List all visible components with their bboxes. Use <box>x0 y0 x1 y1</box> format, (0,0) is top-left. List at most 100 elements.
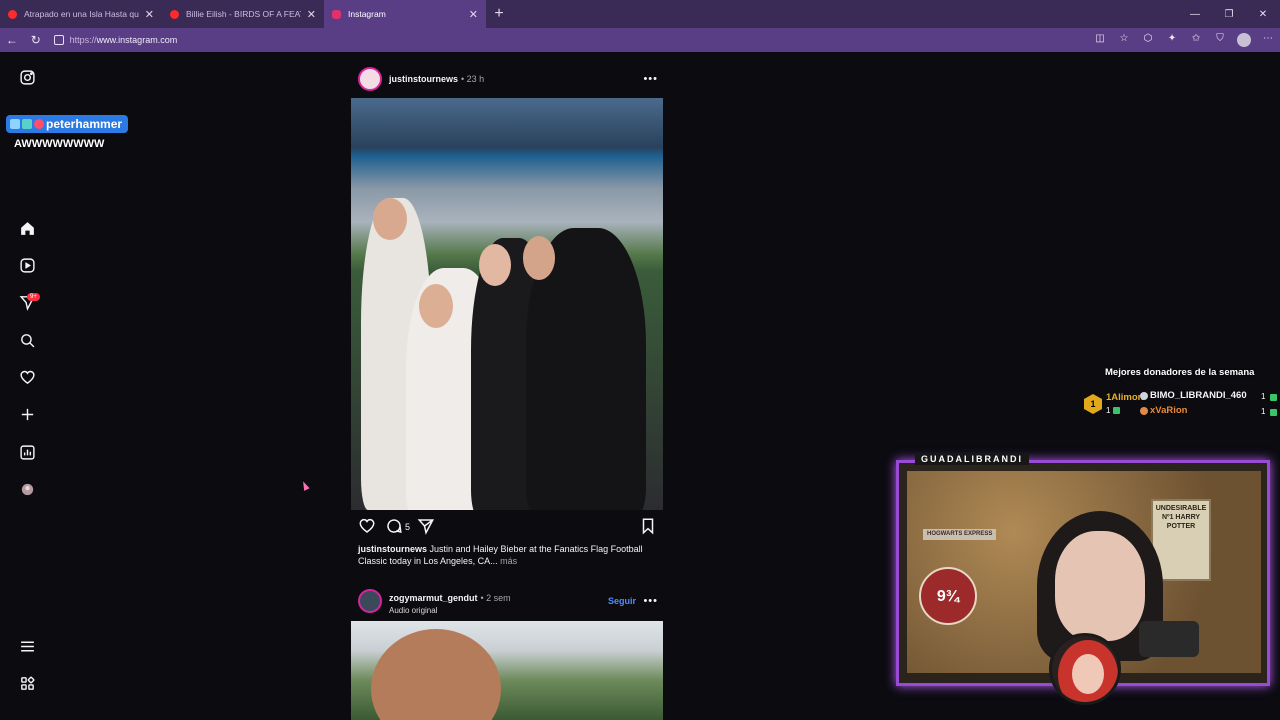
tab-instagram[interactable]: Instagram ✕ <box>324 0 486 28</box>
donor-second-name: BIMO_LIBRANDI_460 <box>1150 390 1247 401</box>
post-time: • 2 sem <box>480 592 511 603</box>
post-photo[interactable] <box>351 98 663 510</box>
post-author-username[interactable]: zogymarmut_gendut <box>389 593 478 603</box>
avatar-face <box>1072 654 1104 694</box>
post-actions: 5 <box>358 517 658 537</box>
restore-icon[interactable]: ❐ <box>1212 9 1246 20</box>
reload-icon[interactable]: ↻ <box>24 33 48 47</box>
streamer-name: GUADALIBRANDI <box>915 453 1029 465</box>
tab-title: Billie Eilish - BIRDS OF A FEATHER <box>186 9 301 19</box>
post-header: zogymarmut_gendut • 2 sem Audio original … <box>358 587 664 615</box>
tab-bar: Atrapado en una Isla Hasta que C ✕ Billi… <box>0 0 1280 28</box>
chat-badge-icon <box>10 119 20 129</box>
post-caption: justinstournews Justin and Hailey Bieber… <box>358 543 658 567</box>
favorite-star-icon[interactable]: ☆ <box>1112 33 1136 47</box>
comment-icon[interactable] <box>385 517 403 535</box>
split-screen-icon[interactable]: ◫ <box>1088 33 1112 47</box>
window-controls: — ❐ ✕ <box>1178 0 1280 28</box>
profile-avatar[interactable] <box>1237 33 1252 47</box>
close-tab-icon[interactable]: ✕ <box>469 8 478 21</box>
first-place-medal-icon: 1 <box>1084 394 1102 414</box>
minimize-icon[interactable]: — <box>1178 9 1212 20</box>
top-donors-widget: Mejores donadores de la semana 1 1Alimon… <box>1080 364 1280 424</box>
gem-icon <box>1112 407 1120 414</box>
streamer-face <box>1055 531 1145 641</box>
create-plus-icon[interactable] <box>18 405 36 423</box>
instagram-logo-icon[interactable] <box>18 68 36 86</box>
share-icon[interactable] <box>417 517 435 535</box>
avatar-badge <box>1049 633 1121 705</box>
address-bar: ← ↻ https://www.instagram.com ◫ ☆ ⬡ ✦ ✩ … <box>0 28 1280 52</box>
post-header: justinstournews • 23 h ••• <box>358 65 664 93</box>
streamer-webcam: GUADALIBRANDI HOGWARTS EXPRESS 9¾ UNDESI… <box>896 453 1270 705</box>
back-icon[interactable]: ← <box>0 33 24 47</box>
hogwarts-sign: HOGWARTS EXPRESS <box>923 529 997 540</box>
donor-first-name: 1Alimon <box>1106 392 1144 403</box>
like-heart-icon[interactable] <box>358 517 376 535</box>
mouse-cursor <box>300 480 310 491</box>
instagram-sidebar: 9+ <box>0 52 54 720</box>
donors-title: Mejores donadores de la semana <box>1105 367 1255 378</box>
reels-icon[interactable] <box>18 256 36 274</box>
follow-button[interactable]: Seguir <box>608 596 636 606</box>
tab-title: Atrapado en una Isla Hasta que C <box>24 9 139 19</box>
donor-count: 1 <box>1106 406 1111 415</box>
post-author-avatar[interactable] <box>358 589 382 613</box>
heart-icon[interactable] <box>18 368 36 386</box>
instagram-page: 9+ peterhammer AWWWWWWWW justinstournews… <box>0 52 1280 720</box>
chat-username: peterhammer <box>46 117 123 131</box>
save-bookmark-icon[interactable] <box>639 517 657 535</box>
third-place-icon <box>1140 407 1148 415</box>
tab-atrapado[interactable]: Atrapado en una Isla Hasta que C ✕ <box>0 0 162 28</box>
search-icon[interactable] <box>18 331 36 349</box>
photo-face <box>419 284 453 328</box>
post-audio-label[interactable]: Audio original <box>389 606 511 615</box>
extensions-icon[interactable]: ⬡ <box>1136 33 1160 47</box>
copilot-icon[interactable]: ✦ <box>1160 33 1184 47</box>
post-photo[interactable] <box>351 621 663 720</box>
comments-count: 5 <box>405 522 411 532</box>
browser-toolbar: ◫ ☆ ⬡ ✦ ✩ ⛉ ⋯ <box>1088 33 1280 47</box>
post-options-icon[interactable]: ••• <box>643 595 658 607</box>
caption-username[interactable]: justinstournews <box>358 544 427 554</box>
chat-badge-icon <box>22 119 32 129</box>
page-scrollbar[interactable] <box>1270 56 1276 706</box>
platform-sign: 9¾ <box>919 567 977 625</box>
apps-grid-icon[interactable] <box>18 674 36 692</box>
chat-badge-icon <box>34 119 44 129</box>
dashboard-icon[interactable] <box>18 443 36 461</box>
menu-hamburger-icon[interactable] <box>18 637 36 655</box>
instagram-favicon-icon <box>332 9 341 19</box>
post-time: • 23 h <box>461 74 485 84</box>
post-author-avatar[interactable] <box>358 67 382 91</box>
youtube-favicon-icon <box>170 9 179 19</box>
profile-avatar-icon[interactable] <box>18 480 36 498</box>
home-icon[interactable] <box>18 219 36 237</box>
caption-more-link[interactable]: más <box>498 556 517 566</box>
youtube-favicon-icon <box>8 9 17 19</box>
photo-person <box>371 629 501 720</box>
post-author-username[interactable]: justinstournews <box>389 74 458 84</box>
photo-face <box>479 244 511 286</box>
tab-title: Instagram <box>348 9 386 19</box>
chat-message: AWWWWWWWW <box>14 138 105 150</box>
more-menu-icon[interactable]: ⋯ <box>1256 33 1280 47</box>
close-tab-icon[interactable]: ✕ <box>307 8 316 21</box>
close-tab-icon[interactable]: ✕ <box>145 8 154 21</box>
tab-billie-eilish[interactable]: Billie Eilish - BIRDS OF A FEATHER ✕ <box>162 0 324 28</box>
photo-face <box>373 198 407 240</box>
second-place-icon <box>1140 392 1148 400</box>
browser-essentials-icon[interactable]: ⛉ <box>1208 33 1232 47</box>
site-info-icon[interactable] <box>53 35 64 45</box>
favorites-icon[interactable]: ✩ <box>1184 33 1208 47</box>
chat-username-badge: peterhammer <box>6 115 129 133</box>
url-field[interactable]: https://www.instagram.com <box>53 31 1076 49</box>
notifications-badge: 9+ <box>27 293 40 301</box>
new-tab-button[interactable]: + <box>486 5 512 23</box>
post-options-icon[interactable]: ••• <box>643 73 658 85</box>
donor-third-name: xVaRion <box>1150 405 1188 416</box>
microphone <box>1139 621 1199 657</box>
post-author-block: zogymarmut_gendut • 2 sem Audio original <box>389 588 511 615</box>
donor-third-count: 1 <box>1261 407 1266 416</box>
close-window-icon[interactable]: ✕ <box>1246 9 1280 20</box>
